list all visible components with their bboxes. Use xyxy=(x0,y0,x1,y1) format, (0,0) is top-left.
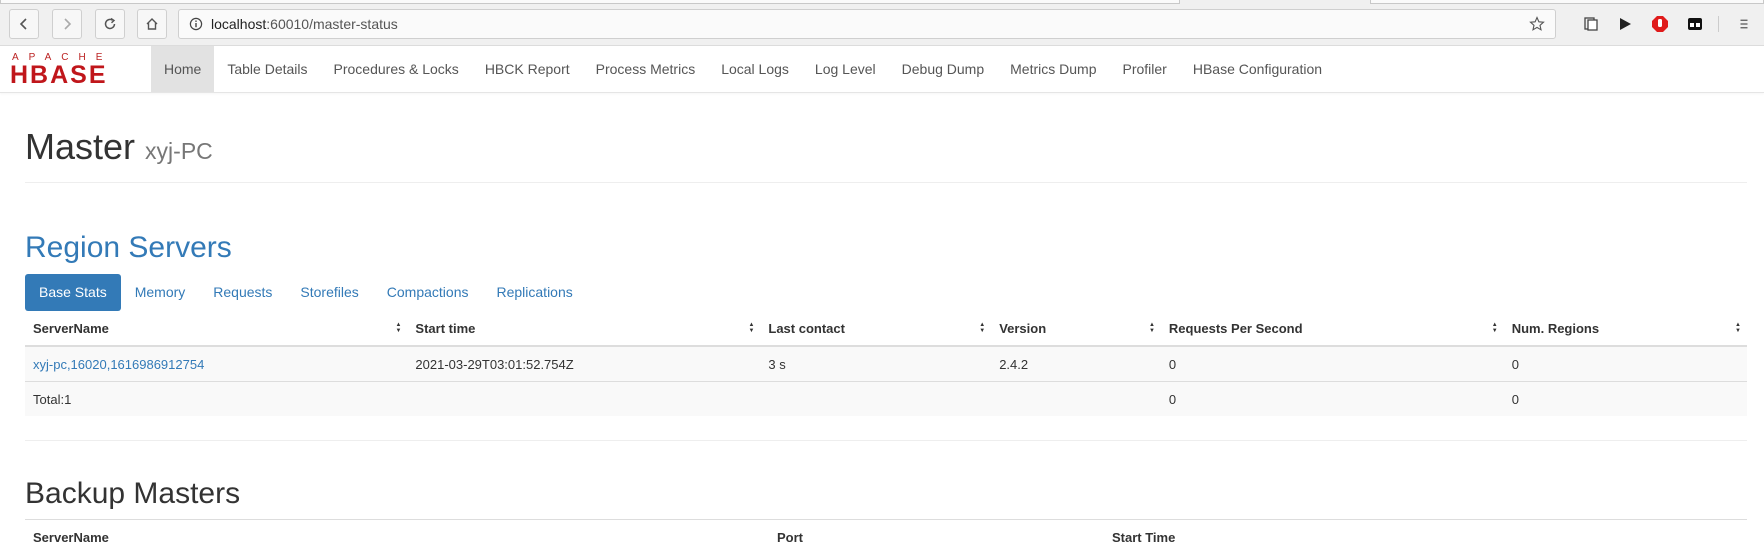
sort-icon[interactable]: ▲ ▼ xyxy=(748,322,754,334)
column-header-last-contact[interactable]: Last contact ▲ ▼ xyxy=(760,312,991,346)
tab-memory[interactable]: Memory xyxy=(121,274,200,311)
column-label: Start time xyxy=(415,321,475,336)
main-menu: HomeTable DetailsProcedures & LocksHBCK … xyxy=(151,46,1335,92)
column-header-port: Port xyxy=(769,520,1104,554)
nav-item-metrics-dump[interactable]: Metrics Dump xyxy=(997,46,1109,92)
nav-item-home[interactable]: Home xyxy=(151,46,214,92)
forward-icon xyxy=(60,17,74,31)
table-header-row: ServerName ▲ ▼ Start time ▲ ▼ Last contact ▲ … xyxy=(25,312,1747,346)
column-label: Requests Per Second xyxy=(1169,321,1303,336)
hbase-logo[interactable]: APACHE HBASE xyxy=(10,52,140,86)
master-title: Master xyxy=(25,126,135,167)
cell-num-regions: 0 xyxy=(1504,346,1747,382)
column-header-requests-per-second[interactable]: Requests Per Second ▲ ▼ xyxy=(1161,312,1504,346)
back-icon xyxy=(17,17,31,31)
browser-tab[interactable] xyxy=(1370,0,1764,4)
adblock-icon[interactable] xyxy=(1651,15,1669,33)
browser-tab[interactable] xyxy=(0,0,1180,4)
column-header-servername: ServerName xyxy=(25,520,769,554)
forward-button[interactable] xyxy=(52,9,82,39)
divider xyxy=(25,182,1747,183)
column-label: Num. Regions xyxy=(1512,321,1599,336)
cell-total-regions: 0 xyxy=(1504,382,1747,417)
region-servers-tabs: Base StatsMemoryRequestsStorefilesCompac… xyxy=(25,274,587,311)
table-header-row: ServerNamePortStart Time xyxy=(25,520,1747,554)
column-label: Version xyxy=(999,321,1046,336)
sort-icon[interactable]: ▲ ▼ xyxy=(395,322,401,334)
backup-masters-heading: Backup Masters xyxy=(25,477,240,511)
sort-icon[interactable]: ▲ ▼ xyxy=(1735,322,1741,334)
nav-item-procedures-locks[interactable]: Procedures & Locks xyxy=(321,46,472,92)
column-header-servername[interactable]: ServerName ▲ ▼ xyxy=(25,312,407,346)
table-row: xyj-pc,16020,1616986912754 2021-03-29T03… xyxy=(25,346,1747,382)
info-icon[interactable] xyxy=(189,17,203,31)
url-text[interactable]: localhost:60010/master-status xyxy=(211,16,398,32)
back-button[interactable] xyxy=(9,9,39,39)
cell-last-contact: 3 s xyxy=(760,346,991,382)
nav-item-process-metrics[interactable]: Process Metrics xyxy=(583,46,709,92)
tab-strip xyxy=(0,0,1764,4)
divider xyxy=(25,440,1747,441)
column-header-version[interactable]: Version ▲ ▼ xyxy=(991,312,1161,346)
home-button[interactable] xyxy=(137,9,167,39)
cell-requests-per-second: 0 xyxy=(1161,346,1504,382)
server-link[interactable]: xyj-pc,16020,1616986912754 xyxy=(33,357,204,372)
column-label: ServerName xyxy=(33,321,109,336)
url-host: localhost xyxy=(211,16,266,32)
nav-item-local-logs[interactable]: Local Logs xyxy=(708,46,802,92)
page-title: Master xyj-PC xyxy=(25,127,213,171)
region-servers-table: ServerName ▲ ▼ Start time ▲ ▼ Last contact ▲ … xyxy=(25,312,1747,416)
reload-icon xyxy=(103,17,117,31)
tab-base-stats[interactable]: Base Stats xyxy=(25,274,121,311)
tab-storefiles[interactable]: Storefiles xyxy=(286,274,372,311)
cell-version: 2.4.2 xyxy=(991,346,1161,382)
app-navbar: APACHE HBASE HomeTable DetailsProcedures… xyxy=(0,46,1764,93)
home-icon xyxy=(145,17,159,31)
reload-button[interactable] xyxy=(95,9,125,39)
logo-hbase-text: HBASE xyxy=(10,62,108,88)
cell-total-label: Total:1 xyxy=(25,382,407,417)
collections-icon[interactable] xyxy=(1582,15,1600,33)
cell-start-time: 2021-03-29T03:01:52.754Z xyxy=(407,346,760,382)
cell-server-name: xyj-pc,16020,1616986912754 xyxy=(25,346,407,382)
nav-item-log-level[interactable]: Log Level xyxy=(802,46,889,92)
nav-item-hbck-report[interactable]: HBCK Report xyxy=(472,46,583,92)
address-bar[interactable]: localhost:60010/master-status xyxy=(178,9,1556,39)
tab-compactions[interactable]: Compactions xyxy=(373,274,483,311)
sort-icon[interactable]: ▲ ▼ xyxy=(979,322,985,334)
menu-icon[interactable] xyxy=(1735,15,1753,33)
tab-requests[interactable]: Requests xyxy=(199,274,286,311)
sort-icon[interactable]: ▲ ▼ xyxy=(1492,322,1498,334)
cell-total-rps: 0 xyxy=(1161,382,1504,417)
region-servers-heading[interactable]: Region Servers xyxy=(25,231,232,265)
nav-item-profiler[interactable]: Profiler xyxy=(1110,46,1180,92)
toolbar-divider xyxy=(1718,16,1719,32)
master-host: xyj-PC xyxy=(145,138,213,164)
bookmark-star-icon[interactable] xyxy=(1529,16,1545,32)
backup-masters-table: ServerNamePortStart Time xyxy=(25,519,1747,554)
total-row: Total:1 0 0 xyxy=(25,382,1747,417)
tab-replications[interactable]: Replications xyxy=(482,274,586,311)
column-header-start-time[interactable]: Start time ▲ ▼ xyxy=(407,312,760,346)
play-icon[interactable] xyxy=(1616,15,1634,33)
extension-icon[interactable] xyxy=(1686,15,1704,33)
url-path: :60010/master-status xyxy=(266,16,398,32)
browser-toolbar: localhost:60010/master-status xyxy=(0,0,1764,46)
nav-item-debug-dump[interactable]: Debug Dump xyxy=(889,46,998,92)
nav-item-hbase-configuration[interactable]: HBase Configuration xyxy=(1180,46,1335,92)
column-header-num-regions[interactable]: Num. Regions ▲ ▼ xyxy=(1504,312,1747,346)
nav-item-table-details[interactable]: Table Details xyxy=(214,46,320,92)
sort-icon[interactable]: ▲ ▼ xyxy=(1149,322,1155,334)
column-label: Last contact xyxy=(768,321,845,336)
column-header-start-time: Start Time xyxy=(1104,520,1747,554)
